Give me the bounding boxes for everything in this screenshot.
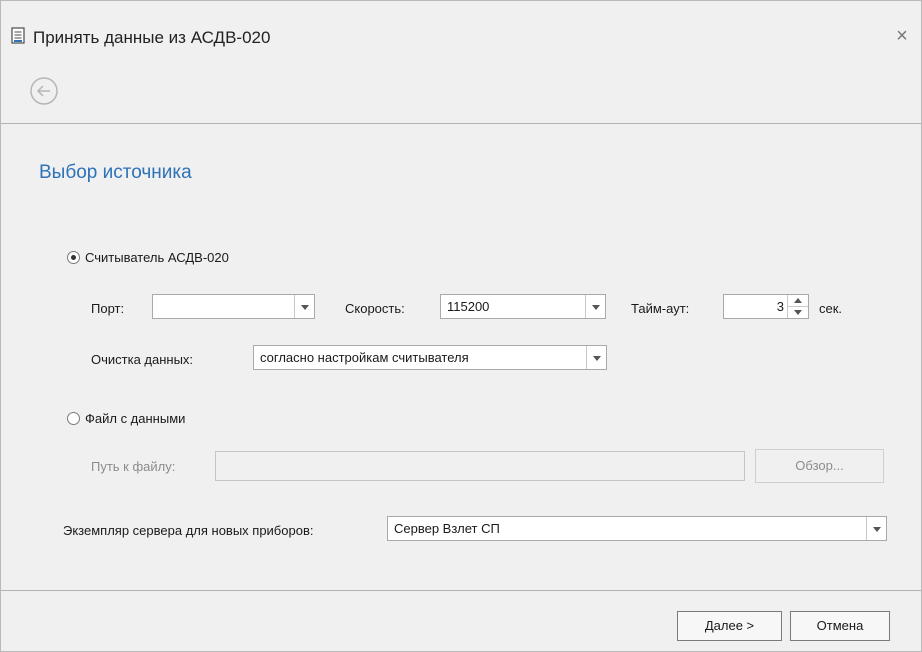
clear-data-combobox[interactable]: согласно настройкам считывателя — [253, 345, 607, 370]
port-combobox[interactable] — [152, 294, 315, 319]
stepper-buttons — [787, 295, 808, 318]
title-bar: Принять данные из АСДВ-020 × — [1, 1, 921, 121]
server-value: Сервер Взлет СП — [394, 521, 500, 536]
speed-value: 115200 — [447, 299, 490, 314]
reader-radio[interactable] — [67, 251, 80, 264]
timeout-unit: сек. — [819, 301, 843, 316]
file-radio[interactable] — [67, 412, 80, 425]
chevron-down-icon[interactable] — [586, 346, 606, 369]
wizard-content: Выбор источника Считыватель АСДВ-020 Пор… — [1, 124, 921, 590]
port-label: Порт: — [91, 301, 125, 316]
stepper-up-icon[interactable] — [788, 295, 808, 307]
stepper-down-icon[interactable] — [788, 307, 808, 318]
dialog-window: Принять данные из АСДВ-020 × Выбор источ… — [0, 0, 922, 652]
chevron-down-icon[interactable] — [866, 517, 886, 540]
cancel-button[interactable]: Отмена — [790, 611, 890, 641]
reader-radio-label[interactable]: Считыватель АСДВ-020 — [85, 250, 229, 265]
chevron-down-icon[interactable] — [585, 295, 605, 318]
clear-data-value: согласно настройкам считывателя — [260, 350, 469, 365]
clear-data-label: Очистка данных: — [91, 352, 194, 367]
speed-combobox[interactable]: 115200 — [440, 294, 606, 319]
next-button[interactable]: Далее > — [677, 611, 782, 641]
timeout-stepper[interactable]: 3 — [723, 294, 809, 319]
server-label: Экземпляр сервера для новых приборов: — [63, 523, 314, 538]
browse-button: Обзор... — [755, 449, 884, 483]
footer-bar: Далее > Отмена — [1, 591, 921, 651]
file-path-field — [215, 451, 745, 481]
timeout-value: 3 — [776, 299, 784, 314]
back-arrow-icon[interactable] — [29, 76, 59, 106]
timeout-label: Тайм-аут: — [631, 301, 690, 316]
section-title: Выбор источника — [39, 162, 192, 183]
server-combobox[interactable]: Сервер Взлет СП — [387, 516, 887, 541]
close-icon[interactable]: × — [889, 23, 915, 49]
document-icon — [11, 27, 25, 44]
radio-selected-dot — [71, 255, 76, 260]
file-path-label: Путь к файлу: — [91, 459, 176, 474]
file-radio-label[interactable]: Файл с данными — [85, 411, 185, 426]
chevron-down-icon[interactable] — [294, 295, 314, 318]
speed-label: Скорость: — [345, 301, 405, 316]
window-title: Принять данные из АСДВ-020 — [33, 28, 271, 47]
